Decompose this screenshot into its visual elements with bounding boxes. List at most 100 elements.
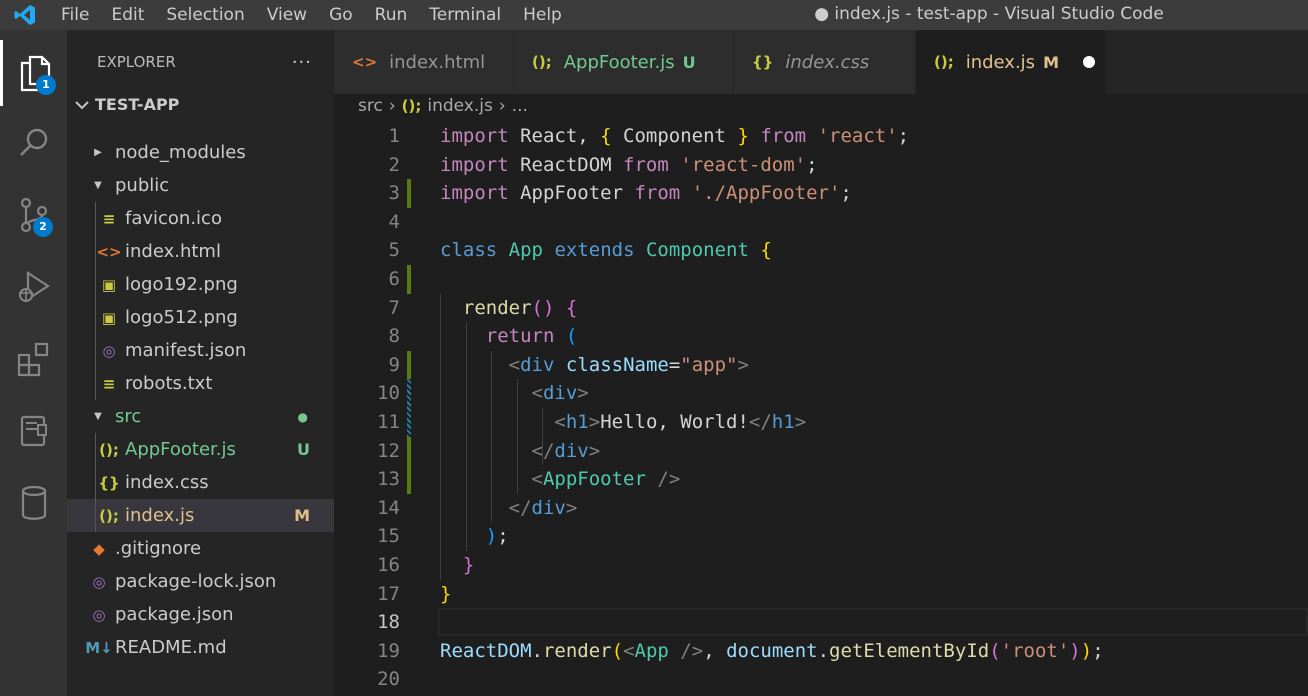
code-token: ( [565, 325, 578, 348]
remote-explorer-activity-button[interactable] [0, 398, 67, 464]
file-type-icon: ◎ [92, 605, 106, 624]
tree-item[interactable]: ≡ robots.txt [67, 367, 334, 400]
indent-guide [95, 433, 96, 532]
tree-item[interactable]: M↓ README.md [67, 631, 334, 664]
code-token: } [462, 554, 475, 576]
code-token: Component [645, 239, 749, 262]
code-token: class [440, 239, 498, 262]
line-number: 14 [377, 496, 400, 519]
indent-guide [95, 202, 96, 400]
tree-item-label: .gitignore [115, 538, 202, 559]
tree-item[interactable]: ▼ src ● [67, 400, 334, 433]
git-status-badge: U [297, 440, 310, 459]
code-token: getElementById [829, 639, 990, 662]
tree-item[interactable]: {} index.css [67, 466, 334, 499]
more-actions-icon[interactable]: ··· [292, 52, 312, 73]
tree-item[interactable]: ◎ manifest.json [67, 334, 334, 367]
search-activity-button[interactable] [0, 110, 67, 176]
js-file-icon: (); [401, 97, 422, 115]
extensions-activity-button[interactable] [0, 326, 67, 392]
tab-index-js[interactable]: (); index.js M [916, 30, 1106, 94]
tree-item-label: logo512.png [125, 307, 238, 328]
run-debug-activity-button[interactable] [0, 254, 67, 320]
code-line: 5 class App extends Component { [334, 236, 1308, 265]
tab-index-html[interactable]: <> index.html [334, 30, 514, 94]
code-token: } [440, 582, 452, 605]
breadcrumb-file[interactable]: index.js [427, 96, 493, 116]
code-editor[interactable]: 1 import React, { Component } from 'react… [334, 122, 1308, 696]
menu-view[interactable]: View [256, 0, 318, 30]
code-line: 18 [334, 608, 1308, 637]
tree-item[interactable]: ▼ public [67, 169, 334, 202]
tree-item[interactable]: ▣ logo192.png [67, 268, 334, 301]
tab-appfooter-js[interactable]: (); AppFooter.js U [514, 30, 734, 94]
tree-item[interactable]: ◎ package-lock.json [67, 565, 334, 598]
source-control-activity-button[interactable]: 2 [0, 182, 67, 248]
breadcrumb-symbols[interactable]: ... [512, 96, 528, 116]
code-line: 8 return ( [334, 322, 1308, 351]
code-line: 4 [334, 208, 1308, 237]
code-text: return ( [440, 322, 578, 351]
workspace-folder[interactable]: TEST-APP [67, 92, 334, 117]
line-number: 12 [377, 439, 400, 462]
code-line: 14 </div> [334, 494, 1308, 523]
menu-terminal[interactable]: Terminal [418, 0, 512, 30]
tree-item[interactable]: (); index.js M [67, 499, 334, 532]
menu-run[interactable]: Run [364, 0, 419, 30]
code-token: import [440, 153, 509, 176]
code-token: from [623, 153, 669, 176]
code-token: < [531, 468, 543, 491]
code-text: } [440, 580, 451, 609]
menu-help[interactable]: Help [512, 0, 573, 30]
tree-item[interactable]: ▣ logo512.png [67, 301, 334, 334]
database-activity-button[interactable] [0, 470, 67, 536]
explorer-activity-button[interactable]: 1 [0, 40, 67, 106]
file-type-icon: ≡ [102, 374, 116, 393]
code-line: 2 import ReactDOM from 'react-dom'; [334, 151, 1308, 180]
tree-item-label: package.json [115, 604, 234, 625]
git-status-badge: M [294, 506, 310, 525]
code-token: div [531, 496, 566, 519]
line-number: 1 [388, 125, 400, 147]
file-type-icon: M↓ [85, 638, 113, 657]
breadcrumb: src › (); index.js › ... [334, 94, 528, 118]
tree-item[interactable]: (); AppFooter.js U [67, 433, 334, 466]
code-token: extends [554, 239, 635, 262]
chevron-right-icon: › [388, 96, 396, 116]
code-text: </div> [440, 437, 601, 466]
code-token: React, [508, 125, 601, 147]
tree-item[interactable]: ▶ node_modules [67, 136, 334, 169]
tree-item[interactable]: ◎ package.json [67, 598, 334, 631]
tree-item[interactable]: ≡ favicon.ico [67, 202, 334, 235]
tree-item[interactable]: <> index.html [67, 235, 334, 268]
code-line: 3 import AppFooter from './AppFooter'; [334, 179, 1308, 208]
code-token: { [600, 125, 612, 147]
code-line: 19 ReactDOM.render(<App />, document.getE… [334, 637, 1308, 666]
menu-go[interactable]: Go [318, 0, 364, 30]
menu-edit[interactable]: Edit [100, 0, 155, 30]
tree-item[interactable]: ◆ .gitignore [67, 532, 334, 565]
code-text: <h1>Hello, World!</h1> [440, 408, 806, 437]
code-token: () [531, 296, 555, 319]
code-token: Component [611, 125, 738, 147]
line-number: 15 [377, 525, 400, 548]
breadcrumb-folder[interactable]: src [358, 96, 383, 116]
tree-item-label: index.html [125, 241, 221, 262]
code-token: ; [1092, 639, 1104, 662]
code-text: import AppFooter from './AppFooter'; [440, 179, 852, 208]
line-number: 17 [377, 582, 400, 605]
tab-index-css[interactable]: {} index.css [734, 30, 916, 94]
chevron-down-icon: ▼ [94, 411, 102, 422]
file-type-icon: ◆ [93, 539, 105, 558]
menu-selection[interactable]: Selection [155, 0, 255, 30]
unsaved-dot-icon[interactable] [1083, 56, 1095, 68]
menu-file[interactable]: File [50, 0, 100, 30]
code-line: 13 <AppFooter /> [334, 465, 1308, 494]
code-token: return [485, 325, 555, 348]
line-number: 8 [388, 325, 400, 348]
